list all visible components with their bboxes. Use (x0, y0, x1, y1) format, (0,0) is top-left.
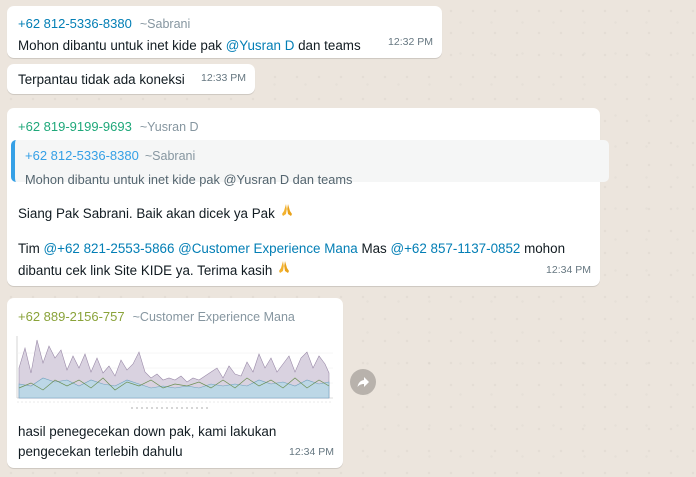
quote-text: Mohon dibantu untuk inet kide pak @Yusra… (25, 172, 353, 187)
sender-phone[interactable]: +62 889-2156-757 (18, 307, 125, 326)
message-time: 12:34 PM (289, 446, 334, 458)
forward-button[interactable] (350, 369, 376, 395)
message-sender: +62 819-9199-9693 ~Yusran D (18, 117, 199, 137)
message-line-2: Tim @+62 821-2553-5866 @Customer Experie… (18, 239, 588, 281)
mention-link[interactable]: @Customer Experience Mana (178, 241, 358, 256)
message-text: Terpantau tidak ada koneksi (18, 72, 185, 87)
mention-link[interactable]: @+62 857-1137-0852 (390, 241, 520, 256)
message-time: 12:33 PM (201, 72, 246, 84)
mention-link[interactable]: @+62 821-2553-5866 (44, 241, 175, 256)
message-sender: +62 812-5336-8380 ~Sabrani (18, 14, 190, 34)
message-bubble-status[interactable]: Terpantau tidak ada koneksi 12:33 PM (7, 64, 255, 94)
sender-phone[interactable]: +62 819-9199-9693 (18, 117, 132, 136)
message-sender: +62 889-2156-757 ~Customer Experience Ma… (18, 307, 295, 327)
forward-arrow-icon (357, 377, 369, 387)
quoted-message[interactable]: +62 812-5336-8380 ~Sabrani Mohon dibantu … (11, 140, 609, 187)
message-time: 12:32 PM (388, 36, 433, 48)
message-line-1: Siang Pak Sabrani. Baik akan dicek ya Pa… (18, 202, 295, 223)
text-part: Mohon dibantu untuk inet kide pak (18, 38, 226, 53)
message-bubble-image[interactable]: +62 889-2156-757 ~Customer Experience Ma… (7, 298, 343, 468)
message-text: Mohon dibantu untuk inet kide pak @Yusra… (18, 36, 361, 55)
sender-name: ~Sabrani (139, 17, 191, 31)
text-part: Siang Pak Sabrani. Baik akan dicek ya Pa… (18, 206, 275, 221)
sender-name: ~Customer Experience Mana (132, 310, 295, 324)
praying-hands-icon (279, 202, 295, 223)
sender-name: ~Yusran D (139, 120, 199, 134)
message-bubble-yusran[interactable]: +62 819-9199-9693 ~Yusran D +62 812-5336… (7, 108, 609, 286)
quote-header: +62 812-5336-8380 ~Sabrani (25, 146, 599, 166)
sender-phone[interactable]: +62 812-5336-8380 (18, 14, 132, 33)
message-bubble-sabrani[interactable]: +62 812-5336-8380 ~Sabrani Mohon dibantu… (7, 6, 442, 58)
mention-link[interactable]: @Yusran D (226, 38, 295, 53)
quote-phone: +62 812-5336-8380 (25, 148, 139, 163)
praying-hands-icon (276, 259, 292, 281)
message-time: 12:34 PM (546, 264, 591, 276)
quote-name: ~Sabrani (144, 149, 196, 163)
text-part: Tim (18, 241, 44, 256)
image-attachment[interactable] (11, 328, 339, 413)
text-part: dan teams (294, 38, 361, 53)
traffic-graph-thumbnail (11, 328, 339, 413)
text-part: Mas (357, 241, 391, 256)
image-caption: hasil penegecekan down pak, kami lakukan… (18, 424, 277, 459)
